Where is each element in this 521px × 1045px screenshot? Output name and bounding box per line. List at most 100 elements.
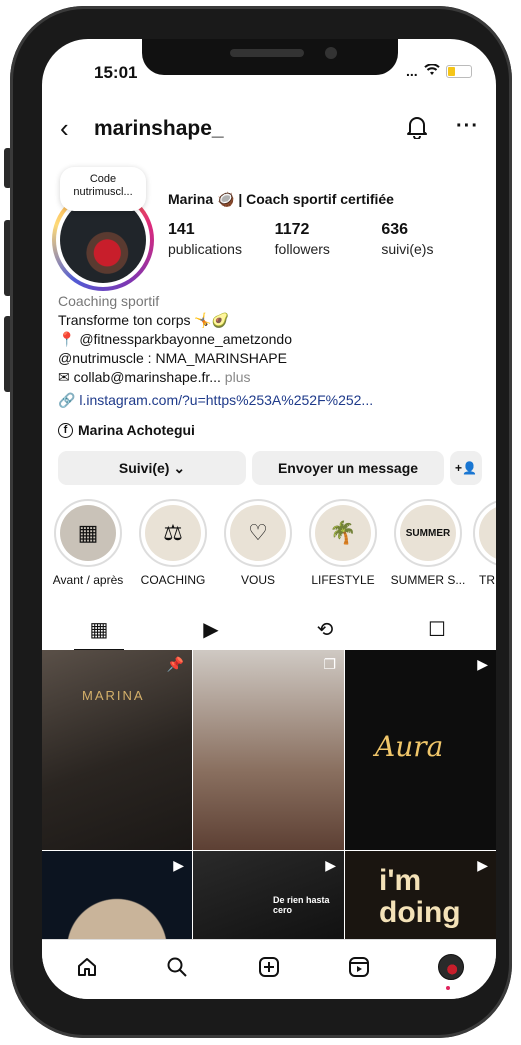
stat-number: 1172 <box>274 221 310 238</box>
wifi-icon <box>423 63 440 79</box>
highlight-ring: ♡ <box>224 499 292 567</box>
battery-level <box>447 66 455 76</box>
highlight-ring: ▦ <box>54 499 122 567</box>
bio-line: @nutrimuscle : NMA_MARINSHAPE <box>58 350 287 366</box>
battery-icon <box>445 64 472 78</box>
grid-icon: ▦ <box>89 618 109 641</box>
message-button[interactable]: Envoyer un message <box>252 451 444 485</box>
link-icon: 🔗 <box>58 392 76 408</box>
signal-icon: ... <box>406 63 418 79</box>
facebook-icon: f <box>58 422 73 438</box>
highlight-ring: SUMMER <box>394 499 462 567</box>
highlight-label: Avant / après <box>52 573 124 587</box>
highlight-ring <box>473 499 496 567</box>
tab-grid[interactable]: ▦ <box>74 609 124 651</box>
post-tile[interactable]: De rien hasta cero ▶ <box>193 851 344 940</box>
more-options-icon[interactable]: ··· <box>456 115 479 138</box>
back-icon[interactable]: ‹ <box>60 115 69 141</box>
stat-followers[interactable]: 1172 followers <box>275 221 382 257</box>
highlight-cover: 🌴 <box>315 505 371 561</box>
notification-dot <box>446 986 450 990</box>
envelope-icon: ✉ <box>58 369 70 385</box>
stat-following[interactable]: 636 suivi(e)s <box>381 221 488 257</box>
status-icons: ... <box>406 63 472 79</box>
highlight-item[interactable]: ♡ VOUS <box>218 499 298 587</box>
bio-email-line: ✉ collab@marinshape.fr... plus <box>58 368 488 387</box>
stat-number: 141 <box>168 221 195 238</box>
bio-email: collab@marinshape.fr... <box>73 369 221 385</box>
bottom-navigation <box>42 939 496 999</box>
highlight-cover <box>479 505 496 561</box>
bio: Coaching sportif Transforme ton corps 🤸🥑… <box>58 292 488 410</box>
reels-nav-icon[interactable] <box>344 952 374 982</box>
highlight-label: COACHING <box>140 573 206 587</box>
display-name: Marina 🥥 | Coach sportif certifiée <box>168 191 394 207</box>
post-overlay-text: Aura <box>375 730 444 763</box>
stat-label: suivi(e)s <box>381 241 434 257</box>
posts-grid: MARINA 📌 ❐ Aura ▶ ▶ De rien hasta cero ▶… <box>42 650 496 940</box>
following-button[interactable]: Suivi(e) ⌄ <box>58 451 246 485</box>
highlight-label: LIFESTYLE <box>311 573 375 587</box>
highlight-item[interactable]: ⚖ COACHING <box>133 499 213 587</box>
speaker <box>230 49 304 57</box>
repost-icon: ⟲ <box>316 618 334 641</box>
stat-number: 636 <box>381 221 409 238</box>
highlight-item[interactable]: SUMMER SUMMER S... <box>388 499 468 587</box>
bio-link-row[interactable]: 🔗 l.instagram.com/?u=https%253A%252F%252… <box>58 391 488 410</box>
add-friend-button[interactable]: +👤 <box>450 451 482 485</box>
home-icon[interactable] <box>72 952 102 982</box>
reel-icon: ▶ <box>173 857 184 873</box>
create-post-icon[interactable] <box>254 952 284 982</box>
tab-reposts[interactable]: ⟲ <box>300 609 350 649</box>
profile-username: marinshape_ <box>94 117 224 140</box>
post-tile[interactable]: Aura ▶ <box>345 650 496 850</box>
bio-more-link[interactable]: plus <box>225 369 251 385</box>
facebook-name: Marina Achotegui <box>78 422 195 438</box>
profile-stats: 141 publications 1172 followers 636 suiv… <box>168 221 488 257</box>
screen: 15:01 ... ‹ marinshape_ ··· Code nutrimu… <box>42 39 496 999</box>
highlight-label: SUMMER S... <box>390 573 466 587</box>
note-bubble[interactable]: Code nutrimuscl... <box>60 167 146 211</box>
notifications-bell-icon[interactable] <box>406 115 428 140</box>
highlight-cover: ⚖ <box>145 505 201 561</box>
stat-label: publications <box>168 241 242 257</box>
tab-reels[interactable]: ▶ <box>186 609 236 649</box>
highlight-cover: ♡ <box>230 505 286 561</box>
story-highlights: ▦ Avant / après ⚖ COACHING ♡ VOUS 🌴 LIFE… <box>42 499 496 599</box>
reel-icon: ▶ <box>477 656 488 672</box>
post-tile[interactable]: i'm doing ▶ <box>345 851 496 940</box>
post-tile[interactable]: ❐ <box>193 650 344 850</box>
stat-label: followers <box>274 241 330 257</box>
highlight-label: TR <box>479 573 495 587</box>
camera <box>325 47 337 59</box>
highlight-ring: ⚖ <box>139 499 207 567</box>
post-overlay-text: MARINA <box>82 688 145 703</box>
highlight-label: VOUS <box>240 573 275 587</box>
highlight-cover: SUMMER <box>400 505 456 561</box>
carousel-icon: ❐ <box>323 656 336 672</box>
reel-icon: ▶ <box>477 857 488 873</box>
highlight-item[interactable]: TR <box>473 499 496 587</box>
post-overlay-text: i'm doing <box>379 864 461 929</box>
status-time: 15:01 <box>94 63 138 82</box>
highlight-item[interactable]: ▦ Avant / après <box>48 499 128 587</box>
highlight-item[interactable]: 🌴 LIFESTYLE <box>303 499 383 587</box>
notch <box>142 39 398 75</box>
pin-icon: 📌 <box>166 656 184 672</box>
post-tile[interactable]: MARINA 📌 <box>42 650 192 850</box>
bio-category: Coaching sportif <box>58 293 160 309</box>
search-icon[interactable] <box>162 952 192 982</box>
highlight-cover: ▦ <box>60 505 116 561</box>
reel-icon: ▶ <box>325 857 336 873</box>
stat-publications[interactable]: 141 publications <box>168 221 275 257</box>
reels-icon: ▶ <box>203 618 219 641</box>
profile-nav-avatar[interactable] <box>436 952 466 990</box>
post-tile[interactable]: ▶ <box>42 851 192 940</box>
highlight-ring: 🌴 <box>309 499 377 567</box>
profile-tabs: ▦ ▶ ⟲ ☐ <box>42 609 496 651</box>
action-buttons: Suivi(e) ⌄ Envoyer un message +👤 <box>58 451 482 485</box>
tab-tagged[interactable]: ☐ <box>412 609 462 649</box>
facebook-link[interactable]: f Marina Achotegui <box>58 422 195 438</box>
avatar <box>438 954 464 980</box>
bio-link[interactable]: l.instagram.com/?u=https%253A%252F%252..… <box>79 392 373 408</box>
